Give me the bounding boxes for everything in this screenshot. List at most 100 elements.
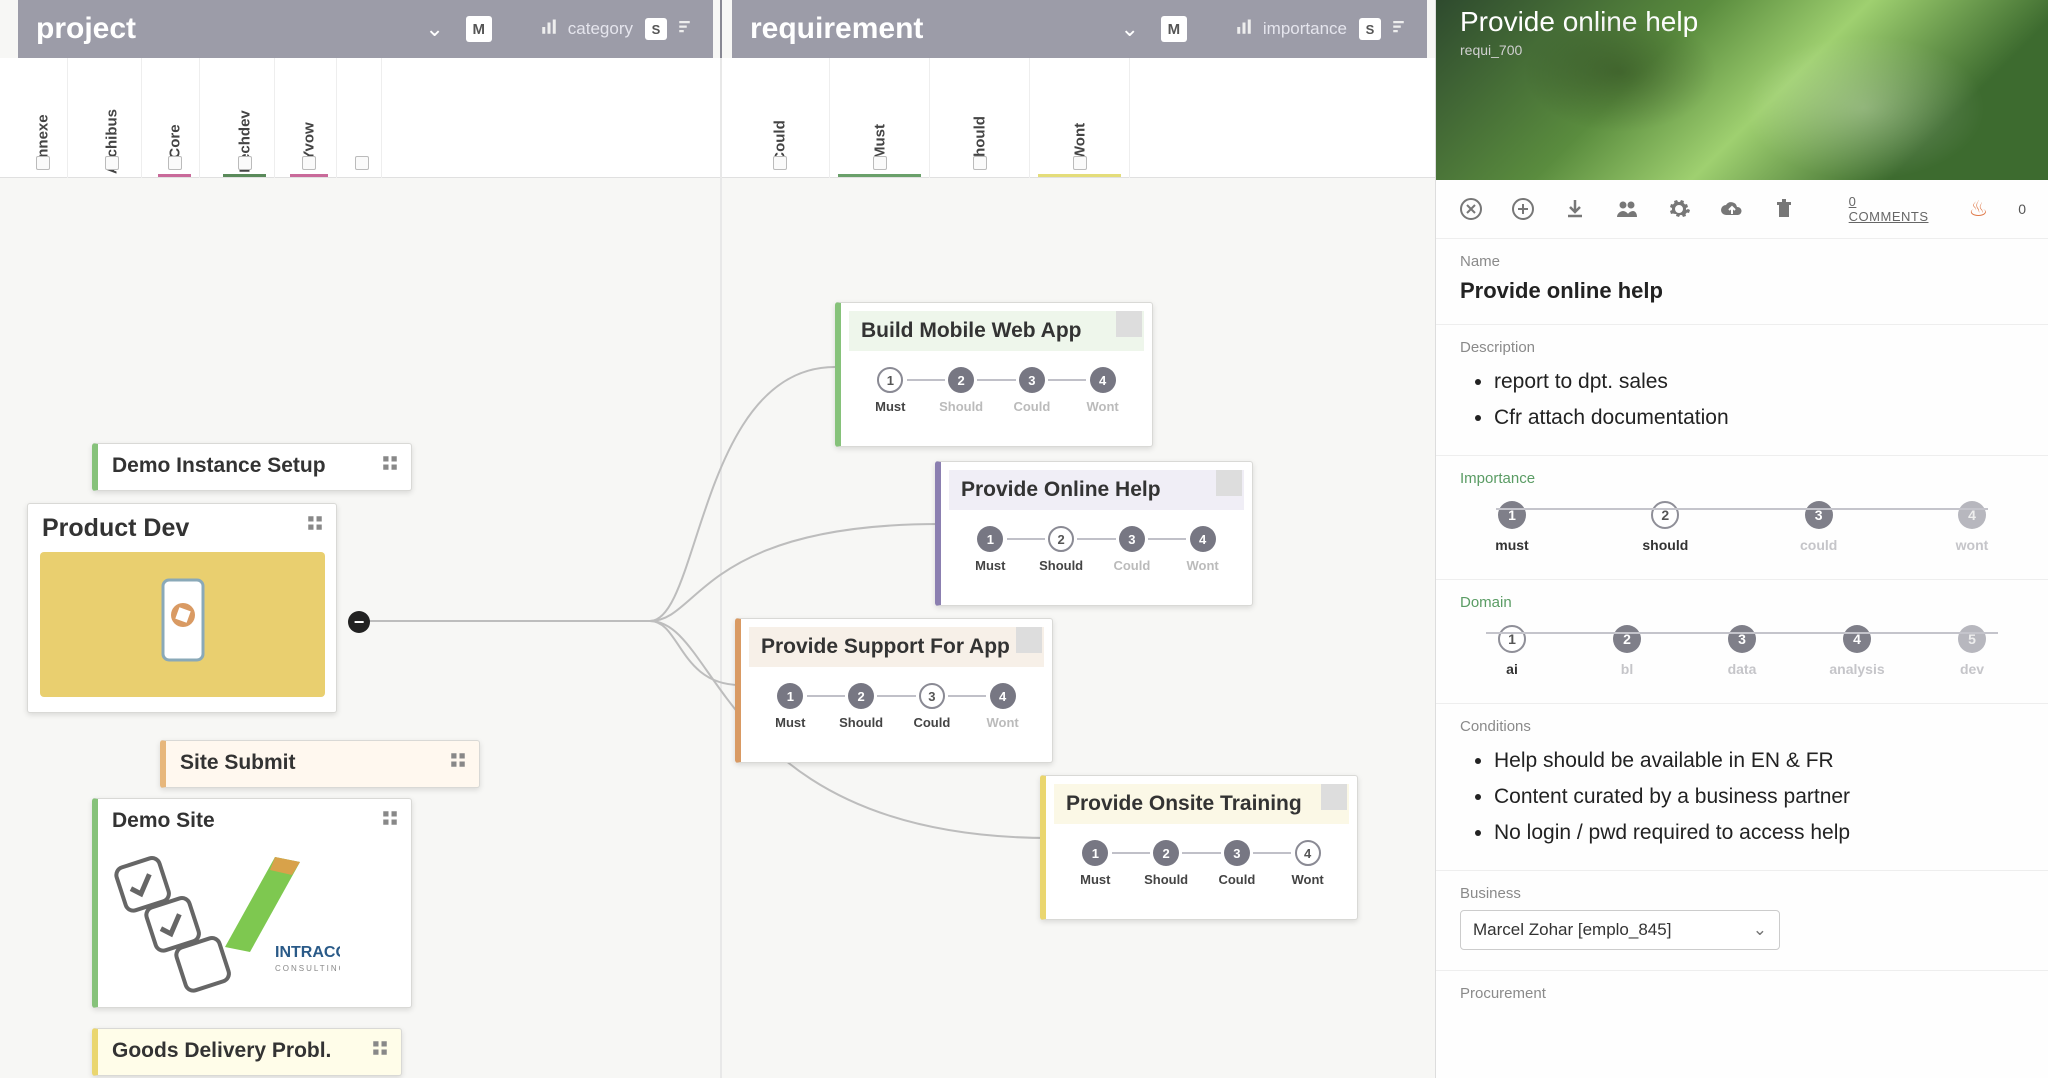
importance-scale[interactable]: 1Must 2Should 3Could 4Wont — [941, 518, 1252, 587]
gear-icon[interactable] — [1666, 194, 1692, 224]
scale-rail — [1486, 632, 1998, 634]
catcol-could[interactable]: Could — [730, 58, 830, 178]
importance-scale[interactable]: 1Must 2Should 3Could 4Wont — [841, 359, 1152, 428]
section-importance: Importance 1must 2should 3could 4wont — [1436, 456, 2048, 580]
checkbox-icon[interactable] — [302, 156, 316, 170]
checkbox-icon[interactable] — [355, 156, 369, 170]
download-icon[interactable] — [1562, 194, 1588, 224]
bar-chart-icon[interactable] — [540, 18, 558, 41]
business-select[interactable]: Marcel Zohar [emplo_845] ⌄ — [1460, 910, 1780, 950]
field-label: Importance — [1460, 470, 2024, 487]
details-title: Provide online help — [1460, 6, 2024, 38]
description-list[interactable]: report to dpt. sales Cfr attach document… — [1460, 364, 2024, 435]
trash-icon[interactable] — [1771, 194, 1797, 224]
sort-icon[interactable] — [1391, 18, 1409, 41]
people-icon[interactable] — [1614, 194, 1640, 224]
details-panel: Provide online help requi_700 0 COMMENTS… — [1435, 0, 2048, 1078]
sort-icon[interactable] — [677, 18, 695, 41]
badge-m[interactable]: M — [466, 16, 492, 42]
catcol-annexe[interactable]: Annexe — [18, 58, 68, 178]
catcol-core[interactable]: Core — [150, 58, 200, 178]
chevron-down-icon[interactable]: ⌄ — [425, 16, 443, 42]
section-description: Description report to dpt. sales Cfr att… — [1436, 325, 2048, 456]
field-label: Conditions — [1460, 718, 2024, 735]
grid-icon[interactable] — [379, 807, 401, 829]
header-separator — [720, 0, 722, 58]
grid-icon[interactable] — [379, 452, 401, 474]
chevron-down-icon: ⌄ — [1753, 920, 1767, 940]
chevron-down-icon[interactable]: ⌄ — [1120, 16, 1138, 42]
name-value[interactable]: Provide online help — [1460, 278, 2024, 304]
card-thumbnail — [40, 552, 325, 697]
details-toolbar: 0 COMMENTS ♨ 0 — [1436, 180, 2048, 239]
card-site-submit[interactable]: Site Submit — [160, 740, 480, 788]
catcol-archibus[interactable]: Archibus — [82, 58, 142, 178]
plus-icon[interactable] — [1510, 194, 1536, 224]
section-procurement: Procurement — [1436, 971, 2048, 1030]
catcol-rechdev[interactable]: Rechdev — [215, 58, 275, 178]
card-goods-delivery[interactable]: Goods Delivery Probl. — [92, 1028, 402, 1076]
card-build-mobile[interactable]: Build Mobile Web App 1Must 2Should 3Coul… — [835, 302, 1153, 447]
bar-chart-icon[interactable] — [1235, 18, 1253, 41]
field-label: Description — [1460, 339, 2024, 356]
catcol-must[interactable]: Must — [830, 58, 930, 178]
underline — [158, 174, 191, 177]
card-demo-instance[interactable]: Demo Instance Setup — [92, 443, 412, 491]
card-onsite-training[interactable]: Provide Onsite Training 1Must 2Should 3C… — [1040, 775, 1358, 920]
card-demo-site[interactable]: Demo Site INTRACO CONSULTING — [92, 798, 412, 1008]
flame-count: 0 — [2018, 201, 2026, 217]
category-strip: Annexe Archibus Core Rechdev Yvow Could … — [0, 58, 1435, 178]
note-icon[interactable] — [1216, 470, 1242, 496]
field-label: Business — [1460, 885, 2024, 902]
note-icon[interactable] — [1016, 627, 1042, 653]
catcol-should[interactable]: Should — [930, 58, 1030, 178]
flame-icon[interactable]: ♨ — [1968, 196, 1988, 222]
badge-m[interactable]: M — [1161, 16, 1187, 42]
grid-icon[interactable] — [304, 512, 326, 534]
underline — [838, 174, 921, 177]
checkbox-icon[interactable] — [238, 156, 252, 170]
header-requirement: requirement ⌄ M importance S — [732, 0, 1427, 58]
list-item: No login / pwd required to access help — [1494, 815, 2024, 851]
badge-s[interactable]: S — [645, 18, 667, 40]
collapse-node-icon[interactable]: − — [348, 611, 370, 633]
header-project-sublabel: category — [568, 19, 633, 39]
close-icon[interactable] — [1458, 194, 1484, 224]
catcol-wont[interactable]: Wont — [1030, 58, 1130, 178]
checkbox-icon[interactable] — [773, 156, 787, 170]
badge-s[interactable]: S — [1359, 18, 1381, 40]
card-title: Demo Instance Setup — [98, 444, 411, 488]
cloud-upload-icon[interactable] — [1718, 194, 1744, 224]
note-icon[interactable] — [1116, 311, 1142, 337]
catcol-empty[interactable] — [342, 58, 382, 178]
card-title: Provide Onsite Training — [1054, 784, 1349, 824]
underline — [1038, 174, 1121, 177]
grid-icon[interactable] — [447, 749, 469, 771]
note-icon[interactable] — [1321, 784, 1347, 810]
canvas-zone[interactable]: project ⌄ M category S requirement ⌄ M i… — [0, 0, 1435, 1078]
checkbox-icon[interactable] — [873, 156, 887, 170]
checkbox-icon[interactable] — [36, 156, 50, 170]
card-support-app[interactable]: Provide Support For App 1Must 2Should 3C… — [735, 618, 1053, 763]
list-item: report to dpt. sales — [1494, 364, 2024, 400]
grid-icon[interactable] — [369, 1037, 391, 1059]
svg-text:CONSULTING: CONSULTING — [275, 964, 340, 973]
importance-scale[interactable]: 1Must 2Should 3Could 4Wont — [741, 675, 1052, 744]
importance-scale[interactable]: 1must 2should 3could 4wont — [1460, 495, 2024, 559]
underline — [290, 174, 328, 177]
scale-rail — [1496, 508, 1988, 510]
domain-scale[interactable]: 1ai 2bl 3data 4analysis 5dev — [1460, 619, 2024, 683]
comments-link[interactable]: 0 COMMENTS — [1849, 194, 1929, 224]
checkbox-icon[interactable] — [168, 156, 182, 170]
select-value: Marcel Zohar [emplo_845] — [1473, 920, 1671, 940]
details-code: requi_700 — [1460, 42, 2024, 58]
checkbox-icon[interactable] — [105, 156, 119, 170]
checkbox-icon[interactable] — [973, 156, 987, 170]
checkbox-icon[interactable] — [1073, 156, 1087, 170]
details-hero: Provide online help requi_700 — [1436, 0, 2048, 180]
conditions-list[interactable]: Help should be available in EN & FR Cont… — [1460, 743, 2024, 850]
importance-scale[interactable]: 1Must 2Should 3Could 4Wont — [1046, 832, 1357, 901]
card-online-help[interactable]: Provide Online Help 1Must 2Should 3Could… — [935, 461, 1253, 606]
card-product-dev[interactable]: Product Dev — [27, 503, 337, 713]
catcol-yvow[interactable]: Yvow — [282, 58, 337, 178]
